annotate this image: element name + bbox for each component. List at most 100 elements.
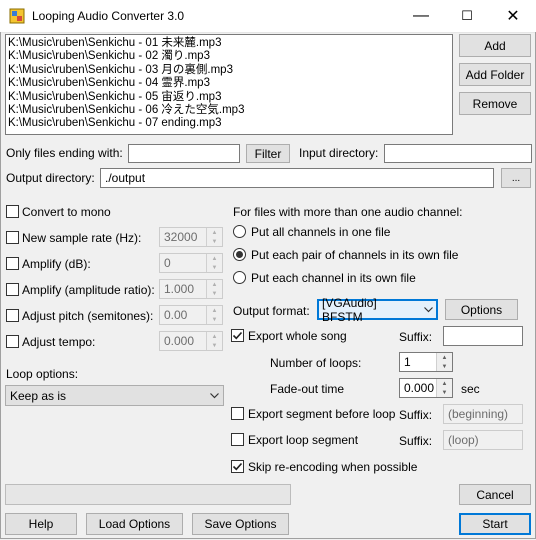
- adjust-tempo-label: Adjust tempo:: [22, 335, 96, 349]
- fade-out-stepper[interactable]: 0.000 ▲ ▼: [399, 378, 453, 398]
- fade-out-value: 0.000: [404, 381, 435, 395]
- export-loop-segment-label: Export loop segment: [248, 433, 359, 447]
- spin-up-icon[interactable]: ▲: [437, 379, 452, 388]
- spin-down-icon[interactable]: ▼: [437, 388, 452, 397]
- spin-up-icon[interactable]: ▲: [207, 306, 222, 315]
- convert-mono-checkbox[interactable]: [6, 205, 19, 218]
- convert-mono-label: Convert to mono: [22, 205, 111, 219]
- skip-reencoding-checkbox[interactable]: [231, 460, 244, 473]
- output-format-value: [VGAudio] BFSTM: [322, 295, 377, 324]
- file-list[interactable]: K:\Music\ruben\Senkichu - 01 未来麓.mp3 K:\…: [5, 34, 453, 135]
- sample-rate-value: 32000: [164, 230, 198, 244]
- minimize-button[interactable]: —: [398, 0, 444, 32]
- export-loop-segment-checkbox[interactable]: [231, 433, 244, 446]
- save-options-button[interactable]: Save Options: [192, 513, 289, 535]
- loop-options-label: Loop options:: [6, 367, 79, 381]
- input-directory-field[interactable]: [384, 144, 532, 163]
- loop-options-value: Keep as is: [10, 388, 67, 403]
- format-options-button[interactable]: Options: [445, 299, 518, 320]
- adjust-pitch-checkbox[interactable]: [6, 309, 19, 322]
- number-of-loops-label: Number of loops:: [270, 356, 362, 370]
- list-item[interactable]: K:\Music\ruben\Senkichu - 01 未来麓.mp3: [6, 37, 452, 50]
- channels-label: For files with more than one audio chann…: [233, 205, 463, 219]
- radio-dot-icon: [236, 251, 243, 258]
- channels-pair-label: Put each pair of channels in its own fil…: [251, 248, 459, 262]
- amplify-db-value: 0: [164, 256, 171, 270]
- fade-out-label: Fade-out time: [270, 382, 345, 396]
- adjust-pitch-value: 0.00: [164, 308, 188, 322]
- window-title: Looping Audio Converter 3.0: [32, 9, 185, 23]
- channels-pair-radio[interactable]: [233, 248, 246, 261]
- progress-bar: [5, 484, 291, 505]
- filter-button[interactable]: Filter: [246, 144, 290, 163]
- loop-suffix-label: Suffix:: [399, 434, 433, 448]
- spin-down-icon[interactable]: ▼: [437, 362, 452, 371]
- sample-rate-label: New sample rate (Hz):: [22, 231, 142, 245]
- export-before-loop-label: Export segment before loop: [248, 407, 396, 421]
- spin-down-icon[interactable]: ▼: [207, 315, 222, 324]
- channels-each-radio[interactable]: [233, 271, 246, 284]
- channels-one-file-radio[interactable]: [233, 225, 246, 238]
- export-before-loop-checkbox[interactable]: [231, 407, 244, 420]
- close-button[interactable]: ✕: [490, 0, 536, 32]
- filter-label: Only files ending with:: [6, 146, 123, 160]
- spin-up-icon[interactable]: ▲: [207, 228, 222, 237]
- spin-down-icon[interactable]: ▼: [207, 341, 222, 350]
- minimize-icon: —: [413, 7, 429, 24]
- spin-up-icon[interactable]: ▲: [207, 332, 222, 341]
- whole-suffix-field[interactable]: [443, 326, 523, 346]
- spin-up-icon[interactable]: ▲: [207, 280, 222, 289]
- output-format-select[interactable]: [VGAudio] BFSTM: [317, 296, 438, 324]
- amplify-ratio-label: Amplify (amplitude ratio):: [22, 283, 155, 297]
- loop-suffix-field[interactable]: (loop): [443, 430, 523, 450]
- start-button[interactable]: Start: [459, 513, 531, 535]
- list-item[interactable]: K:\Music\ruben\Senkichu - 07 ending.mp3: [6, 117, 452, 130]
- amplify-ratio-stepper[interactable]: 1.000 ▲ ▼: [159, 279, 223, 299]
- list-item[interactable]: K:\Music\ruben\Senkichu - 05 宙返り.mp3: [6, 91, 452, 104]
- output-format-label: Output format:: [233, 304, 310, 318]
- export-whole-song-label: Export whole song: [248, 329, 347, 343]
- export-whole-song-checkbox[interactable]: [231, 329, 244, 342]
- spin-down-icon[interactable]: ▼: [207, 289, 222, 298]
- list-item[interactable]: K:\Music\ruben\Senkichu - 02 濁り.mp3: [6, 50, 452, 63]
- spin-down-icon[interactable]: ▼: [207, 263, 222, 272]
- adjust-pitch-stepper[interactable]: 0.00 ▲ ▼: [159, 305, 223, 325]
- help-button[interactable]: Help: [5, 513, 77, 535]
- adjust-tempo-stepper[interactable]: 0.000 ▲ ▼: [159, 331, 223, 351]
- add-button[interactable]: Add: [459, 34, 531, 57]
- spin-up-icon[interactable]: ▲: [437, 353, 452, 362]
- channels-one-file-label: Put all channels in one file: [251, 225, 391, 239]
- adjust-tempo-checkbox[interactable]: [6, 335, 19, 348]
- filter-input[interactable]: [128, 144, 240, 163]
- list-item[interactable]: K:\Music\ruben\Senkichu - 04 霊界.mp3: [6, 77, 452, 90]
- cancel-button[interactable]: Cancel: [459, 484, 531, 505]
- close-icon: ✕: [506, 8, 520, 25]
- adjust-pitch-label: Adjust pitch (semitones):: [22, 309, 154, 323]
- number-of-loops-value: 1: [404, 355, 411, 369]
- output-directory-field[interactable]: ./output: [100, 168, 494, 188]
- before-suffix-label: Suffix:: [399, 408, 433, 422]
- title-bar: Looping Audio Converter 3.0 — ☐ ✕: [0, 0, 536, 33]
- list-item[interactable]: K:\Music\ruben\Senkichu - 06 冷えた空気.mp3: [6, 104, 452, 117]
- loop-options-select[interactable]: Keep as is: [5, 385, 224, 406]
- number-of-loops-stepper[interactable]: 1 ▲ ▼: [399, 352, 453, 372]
- amplify-db-checkbox[interactable]: [6, 257, 19, 270]
- amplify-ratio-value: 1.000: [164, 282, 195, 296]
- adjust-tempo-value: 0.000: [164, 334, 195, 348]
- fade-out-unit: sec: [461, 382, 480, 396]
- app-icon: [9, 8, 25, 24]
- chevron-down-icon: [205, 392, 223, 399]
- sample-rate-stepper[interactable]: 32000 ▲ ▼: [159, 227, 223, 247]
- spin-down-icon[interactable]: ▼: [207, 237, 222, 246]
- list-item[interactable]: K:\Music\ruben\Senkichu - 03 月の裏側.mp3: [6, 64, 452, 77]
- sample-rate-checkbox[interactable]: [6, 231, 19, 244]
- spin-up-icon[interactable]: ▲: [207, 254, 222, 263]
- remove-button[interactable]: Remove: [459, 92, 531, 115]
- amplify-ratio-checkbox[interactable]: [6, 283, 19, 296]
- maximize-button[interactable]: ☐: [444, 0, 490, 32]
- before-suffix-field[interactable]: (beginning): [443, 404, 523, 424]
- amplify-db-stepper[interactable]: 0 ▲ ▼: [159, 253, 223, 273]
- load-options-button[interactable]: Load Options: [86, 513, 183, 535]
- add-folder-button[interactable]: Add Folder: [459, 63, 531, 86]
- browse-button[interactable]: ...: [501, 168, 531, 188]
